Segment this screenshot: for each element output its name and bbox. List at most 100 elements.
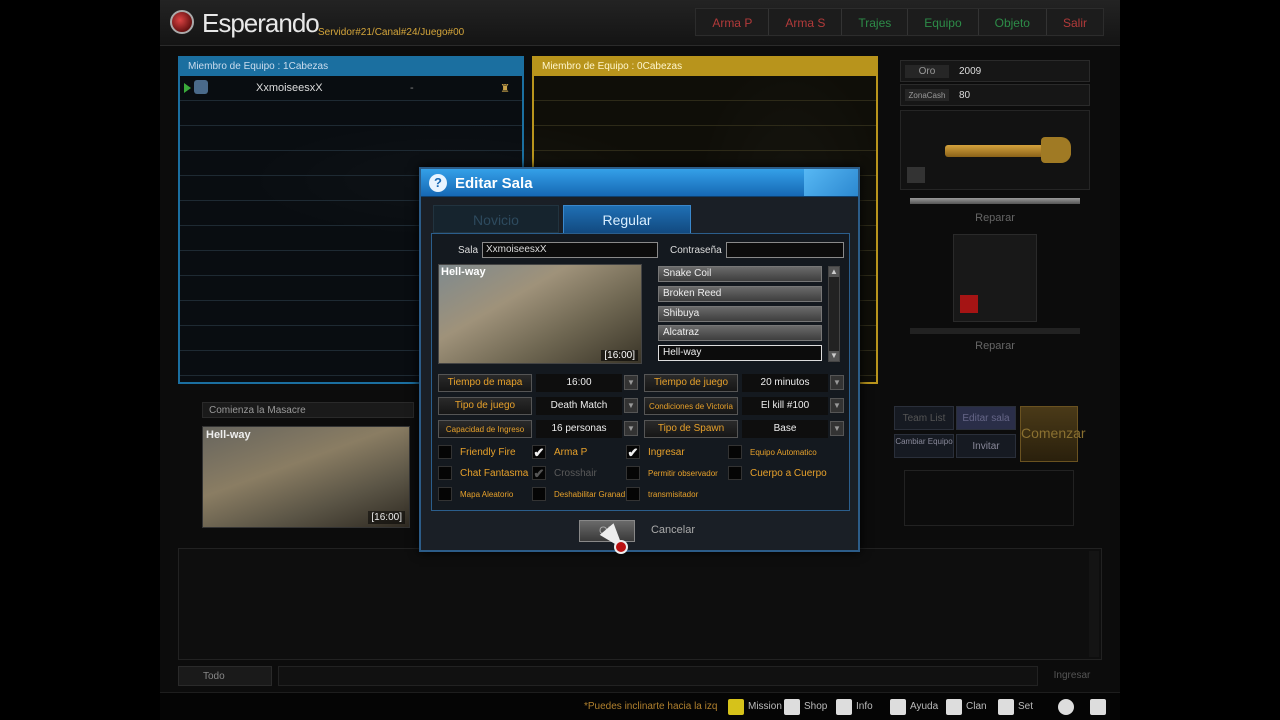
checkbox[interactable]: [728, 466, 742, 480]
option-label: Condiciones de Victoria: [644, 397, 738, 415]
cash-label: ZonaCash: [905, 89, 949, 101]
option-label: Tipo de juego: [438, 397, 532, 415]
room-actions: Team List Editar sala Cambiar Equipo Inv…: [894, 406, 1090, 462]
empty-slot[interactable]: [534, 76, 876, 101]
map-preview: Hell-way [16:00]: [438, 264, 642, 364]
chevron-down-icon[interactable]: ▼: [624, 398, 638, 413]
team-yellow-header: Miembro de Equipo : 0Cabezas: [534, 58, 876, 76]
empty-slot[interactable]: [180, 126, 522, 151]
item-preview[interactable]: [953, 234, 1037, 322]
messenger-icon: [1058, 699, 1074, 715]
checkbox[interactable]: ✔: [532, 466, 546, 480]
menu-trajes[interactable]: Trajes: [842, 9, 909, 35]
messenger-button[interactable]: [1056, 697, 1078, 717]
repair-button-2[interactable]: Reparar: [900, 340, 1090, 352]
edit-room-button[interactable]: Editar sala: [956, 406, 1016, 430]
checkbox[interactable]: [438, 445, 452, 459]
page-title: Esperando: [202, 8, 320, 38]
invite-button[interactable]: Invitar: [956, 434, 1016, 458]
bottom-bar: *Puedes inclinarte hacia la izq Mission …: [160, 692, 1120, 720]
chevron-down-icon[interactable]: ▼: [624, 421, 638, 436]
start-button[interactable]: Comenzar: [1020, 406, 1086, 462]
preview-map-time: [16:00]: [601, 350, 638, 361]
cancel-button[interactable]: Cancelar: [643, 520, 703, 542]
option-label: Tiempo de juego: [644, 374, 738, 392]
menu-arma-p[interactable]: Arma P: [696, 9, 770, 35]
tab-regular[interactable]: Regular: [563, 205, 691, 233]
scroll-down-icon[interactable]: ▼: [829, 351, 839, 361]
menu-equipo[interactable]: Equipo: [908, 9, 979, 35]
info-button[interactable]: Info: [834, 697, 877, 717]
chat-mode-select[interactable]: Todo: [178, 666, 272, 686]
repair-button[interactable]: Reparar: [900, 212, 1090, 224]
checkbox[interactable]: ✔: [532, 445, 546, 459]
option-value: 20 minutos: [742, 374, 828, 392]
room-name-input[interactable]: XxmoiseesxX: [482, 242, 658, 258]
checkbox[interactable]: [626, 487, 640, 501]
player-name: XxmoiseesxX: [256, 82, 323, 94]
player-info-column: Oro 2009 ZonaCash 80 Reparar Reparar: [900, 60, 1090, 362]
chevron-down-icon[interactable]: ▼: [830, 398, 844, 413]
item-icon: [960, 295, 978, 313]
menu-objeto[interactable]: Objeto: [979, 9, 1047, 35]
clan-button[interactable]: Clan: [944, 697, 991, 717]
chat-input[interactable]: [278, 666, 1038, 686]
help-icon: [890, 699, 906, 715]
chevron-down-icon[interactable]: ▼: [830, 375, 844, 390]
check-label: transmisitador: [648, 490, 699, 499]
chevron-down-icon[interactable]: ▼: [624, 375, 638, 390]
player-slot[interactable]: XxmoiseesxX - ♜: [180, 76, 522, 101]
chat-send-button[interactable]: Ingresar: [1042, 666, 1102, 686]
settings-button[interactable]: Set: [996, 697, 1037, 717]
empty-slot[interactable]: [534, 101, 876, 126]
top-menu: Arma P Arma S Trajes Equipo Objeto Salir: [695, 8, 1104, 36]
map-list-scrollbar[interactable]: ▲ ▼: [828, 266, 840, 362]
list-item-selected[interactable]: Hell-way: [658, 345, 822, 361]
chevron-down-icon[interactable]: ▼: [830, 421, 844, 436]
mission-button[interactable]: Mission: [726, 697, 786, 717]
invite-list[interactable]: [904, 470, 1074, 526]
chat-log[interactable]: [178, 548, 1102, 660]
list-item[interactable]: Snake Coil: [658, 266, 822, 282]
checkbox[interactable]: [728, 445, 742, 459]
network-button[interactable]: [1088, 697, 1110, 717]
list-item[interactable]: Broken Reed: [658, 286, 822, 302]
dialog-title: Editar Sala: [455, 175, 533, 192]
weapon-preview[interactable]: [900, 110, 1090, 190]
list-item[interactable]: Shibuya: [658, 306, 822, 322]
option-value: Death Match: [536, 397, 622, 415]
empty-slot[interactable]: [180, 101, 522, 126]
map-list: Snake Coil Broken Reed Shibuya Alcatraz …: [656, 264, 842, 364]
chat-scrollbar[interactable]: [1089, 551, 1099, 657]
checkbox[interactable]: [438, 466, 452, 480]
check-label: Crosshair: [554, 468, 597, 479]
menu-arma-s[interactable]: Arma S: [769, 9, 843, 35]
checkbox[interactable]: [532, 487, 546, 501]
empty-slot[interactable]: [534, 126, 876, 151]
oro-value: 2009: [959, 66, 982, 77]
network-icon: [1090, 699, 1106, 715]
shop-button[interactable]: Shop: [782, 697, 831, 717]
tab-novicio[interactable]: Novicio: [433, 205, 559, 233]
mission-icon: [728, 699, 744, 715]
option-value: El kill #100: [742, 397, 828, 415]
change-team-button[interactable]: Cambiar Equipo: [894, 434, 954, 458]
help-button[interactable]: Ayuda: [888, 697, 942, 717]
option-label: Capacidad de Ingreso: [438, 420, 532, 438]
option-value: 16 personas: [536, 420, 622, 438]
map-info-box: Comienza la Masacre Hell-way [16:00]: [198, 402, 414, 532]
menu-salir[interactable]: Salir: [1047, 9, 1103, 35]
ready-arrow-icon: [184, 83, 191, 93]
checkbox[interactable]: [438, 487, 452, 501]
scroll-up-icon[interactable]: ▲: [829, 267, 839, 277]
list-item[interactable]: Alcatraz: [658, 325, 822, 341]
checkbox[interactable]: ✔: [626, 445, 640, 459]
item-durability-bar: [910, 328, 1080, 334]
team-list-button[interactable]: Team List: [894, 406, 954, 430]
password-label: Contraseña: [670, 245, 722, 256]
checkbox[interactable]: [626, 466, 640, 480]
cash-stat: ZonaCash 80: [900, 84, 1090, 106]
password-input[interactable]: [726, 242, 844, 258]
settings-label: Set: [1018, 701, 1034, 712]
team-blue-header: Miembro de Equipo : 1Cabezas: [180, 58, 522, 76]
